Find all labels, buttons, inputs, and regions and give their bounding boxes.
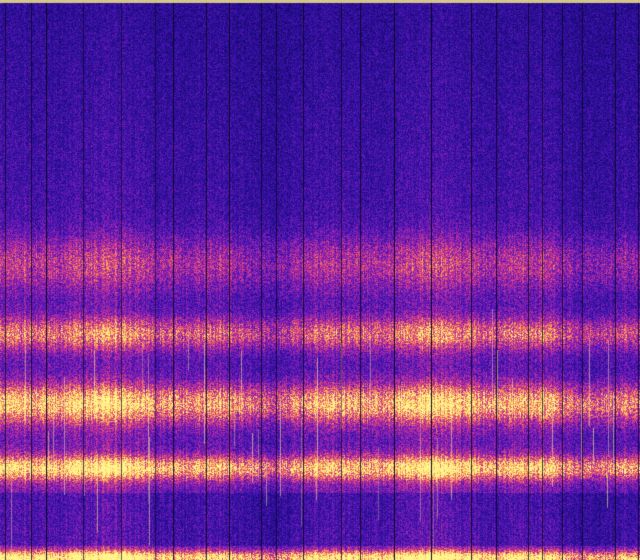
spectrogram-image [0, 0, 640, 560]
spectrogram-canvas [0, 0, 640, 560]
